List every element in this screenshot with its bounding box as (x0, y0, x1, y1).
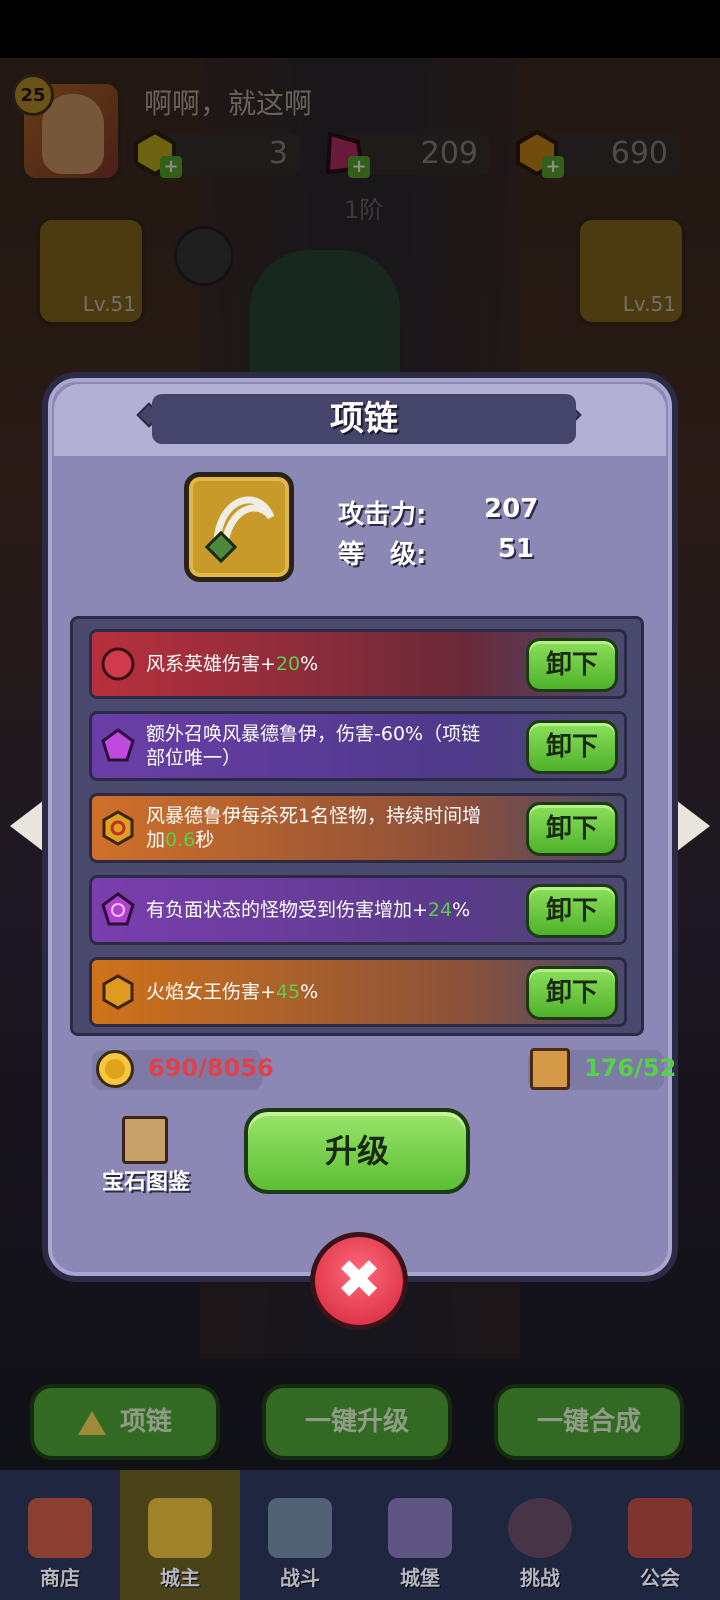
scroll-material-icon (530, 1048, 570, 1090)
gem-catalog-label: 宝石图鉴 (101, 1170, 190, 1195)
orange-hexagon-gem-icon (102, 810, 134, 846)
necklace-icon (204, 496, 275, 564)
unequip-button[interactable]: 卸下 (526, 720, 618, 774)
status-bar (0, 0, 720, 58)
gem-list: 风系英雄伤害+20% 卸下 额外召唤风暴德鲁伊，伤害-60%（项链部位唯一） 卸… (70, 616, 644, 1036)
gem-text: 额外召唤风暴德鲁伊，伤害-60%（项链部位唯一） (146, 723, 481, 769)
red-gem-icon (101, 647, 135, 681)
gem-text: 风系英雄伤害+ (146, 653, 276, 675)
book-icon (122, 1116, 168, 1164)
gem-number: 45 (275, 981, 301, 1003)
gem-suffix: % (300, 653, 319, 675)
equip-necklace-button[interactable]: 项链 (30, 1384, 220, 1460)
attack-label: 攻击力: (338, 500, 427, 530)
castle-icon (388, 1498, 452, 1558)
tab-castle-label: 城堡 (400, 1566, 440, 1590)
tab-shop[interactable]: 商店 (0, 1470, 120, 1600)
tab-lord-label: 城主 (160, 1566, 200, 1590)
gold-coin-icon (96, 1050, 134, 1088)
tab-guild-label: 公会 (640, 1566, 680, 1590)
gem-suffix: 秒 (195, 829, 215, 851)
gem-row: 额外召唤风暴德鲁伊，伤害-60%（项链部位唯一） 卸下 (89, 711, 627, 781)
gem-row: 风系英雄伤害+20% 卸下 (89, 629, 627, 699)
gem-description: 火焰女王伤害+45% (146, 960, 496, 1024)
merge-all-button[interactable]: 一键合成 (494, 1384, 684, 1460)
challenge-icon (508, 1498, 572, 1558)
gem-number: 24 (427, 899, 453, 921)
gem-suffix: % (452, 899, 471, 921)
unequip-button[interactable]: 卸下 (526, 884, 618, 938)
gem-catalog-button[interactable]: 宝石图鉴 (96, 1116, 196, 1196)
scroll-cost-value: 176/52 (584, 1054, 677, 1082)
purple-pentagon-gem-icon (101, 728, 135, 762)
tab-lord[interactable]: 城主 (120, 1470, 240, 1600)
tab-guild[interactable]: 公会 (600, 1470, 720, 1600)
crown-icon (148, 1498, 212, 1558)
tab-shop-label: 商店 (40, 1566, 80, 1590)
unequip-button[interactable]: 卸下 (526, 802, 618, 856)
gem-description: 有负面状态的怪物受到伤害增加+24% (146, 878, 496, 942)
upgrade-button[interactable]: 升级 (244, 1108, 470, 1194)
purple-spiral-gem-icon (101, 892, 135, 926)
gem-suffix: % (300, 981, 319, 1003)
necklace-item-frame (184, 472, 294, 582)
shop-icon (28, 1498, 92, 1558)
gem-description: 额外召唤风暴德鲁伊，伤害-60%（项链部位唯一） (146, 714, 496, 778)
gem-row: 有负面状态的怪物受到伤害增加+24% 卸下 (89, 875, 627, 945)
gold-cost-value: 690/8056 (148, 1054, 274, 1082)
attack-value: 207 (484, 494, 539, 524)
gem-description: 风暴德鲁伊每杀死1名怪物，持续时间增加0.6秒 (146, 796, 496, 860)
tab-castle[interactable]: 城堡 (360, 1470, 480, 1600)
close-button[interactable]: ✖ (310, 1232, 408, 1330)
level-value: 51 (497, 534, 534, 564)
gem-row: 火焰女王伤害+45% 卸下 (89, 957, 627, 1027)
unequip-button[interactable]: 卸下 (526, 966, 618, 1020)
modal-title: 项链 (152, 394, 576, 444)
swords-icon (268, 1498, 332, 1558)
tab-challenge[interactable]: 挑战 (480, 1470, 600, 1600)
gem-number: 20 (275, 653, 301, 675)
gem-description: 风系英雄伤害+20% (146, 632, 496, 696)
gem-text: 火焰女王伤害+ (146, 981, 276, 1003)
equip-necklace-label: 项链 (119, 1407, 172, 1437)
guild-banner-icon (628, 1498, 692, 1558)
tab-battle[interactable]: 战斗 (240, 1470, 360, 1600)
tab-battle-label: 战斗 (280, 1566, 320, 1590)
orange-hexagon-gem-icon (102, 974, 134, 1010)
bottom-tab-bar: 商店 城主 战斗 城堡 挑战 公会 (0, 1470, 720, 1600)
triangle-icon (77, 1410, 106, 1435)
gem-number: 0.6 (165, 829, 196, 851)
gem-row: 风暴德鲁伊每杀死1名怪物，持续时间增加0.6秒 卸下 (89, 793, 627, 863)
upgrade-all-button[interactable]: 一键升级 (262, 1384, 452, 1460)
gem-text: 有负面状态的怪物受到伤害增加+ (146, 899, 428, 921)
level-label: 等 级: (338, 540, 427, 570)
unequip-button[interactable]: 卸下 (526, 638, 618, 692)
tab-challenge-label: 挑战 (520, 1566, 560, 1590)
necklace-modal: 项链 攻击力: 207 等 级: 51 风系英雄伤害+20% 卸下 额外召唤风暴… (42, 372, 678, 1282)
